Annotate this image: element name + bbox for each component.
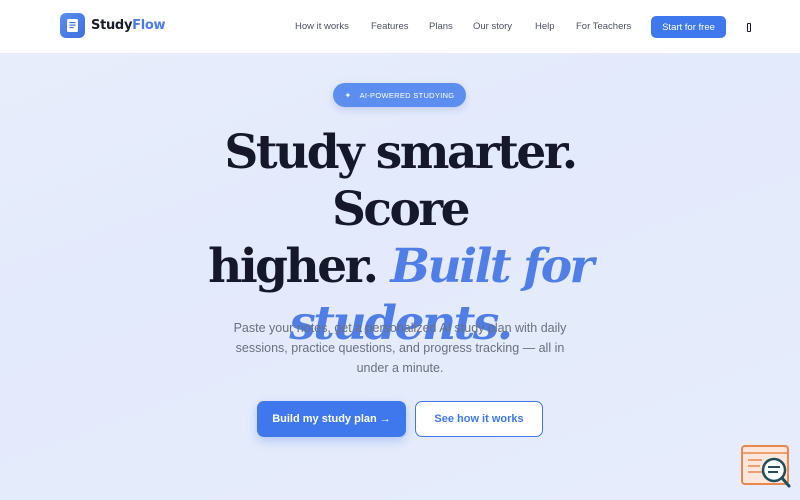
nav-link-plans[interactable]: Plans bbox=[429, 21, 453, 32]
nav-link-how-it-works[interactable]: How it works bbox=[295, 21, 349, 32]
notebook-icon bbox=[60, 12, 85, 38]
build-study-plan-button[interactable]: Build my study plan → bbox=[257, 401, 406, 437]
hero-subtitle: Paste your notes, get a personalized AI … bbox=[233, 321, 567, 375]
top-nav: StudyFlow How it works Features Plans Ou… bbox=[0, 0, 800, 54]
hero-title-line2-accent: Built for bbox=[390, 239, 594, 294]
nav-link-help[interactable]: Help bbox=[535, 21, 555, 32]
nav-link-our-story[interactable]: Our story bbox=[473, 21, 512, 32]
brand-name: StudyFlow bbox=[91, 17, 166, 33]
see-how-it-works-button[interactable]: See how it works bbox=[415, 401, 543, 437]
nav-link-for-teachers[interactable]: For Teachers bbox=[576, 21, 631, 32]
hero-title-line2-plain: higher. bbox=[208, 239, 379, 294]
brand-logo[interactable]: StudyFlow bbox=[60, 12, 166, 38]
theme-toggle-icon[interactable] bbox=[744, 20, 754, 34]
hero-title-line1: Study smarter. Score bbox=[224, 125, 578, 237]
sparkle-icon: ✦ bbox=[344, 90, 352, 100]
nav-link-features[interactable]: Features bbox=[371, 21, 409, 32]
support-widget-icon[interactable] bbox=[740, 444, 792, 490]
start-for-free-button[interactable]: Start for free bbox=[651, 16, 726, 38]
ai-badge: ✦ AI-POWERED STUDYING bbox=[333, 83, 466, 107]
ai-badge-label: AI-POWERED STUDYING bbox=[359, 90, 455, 100]
